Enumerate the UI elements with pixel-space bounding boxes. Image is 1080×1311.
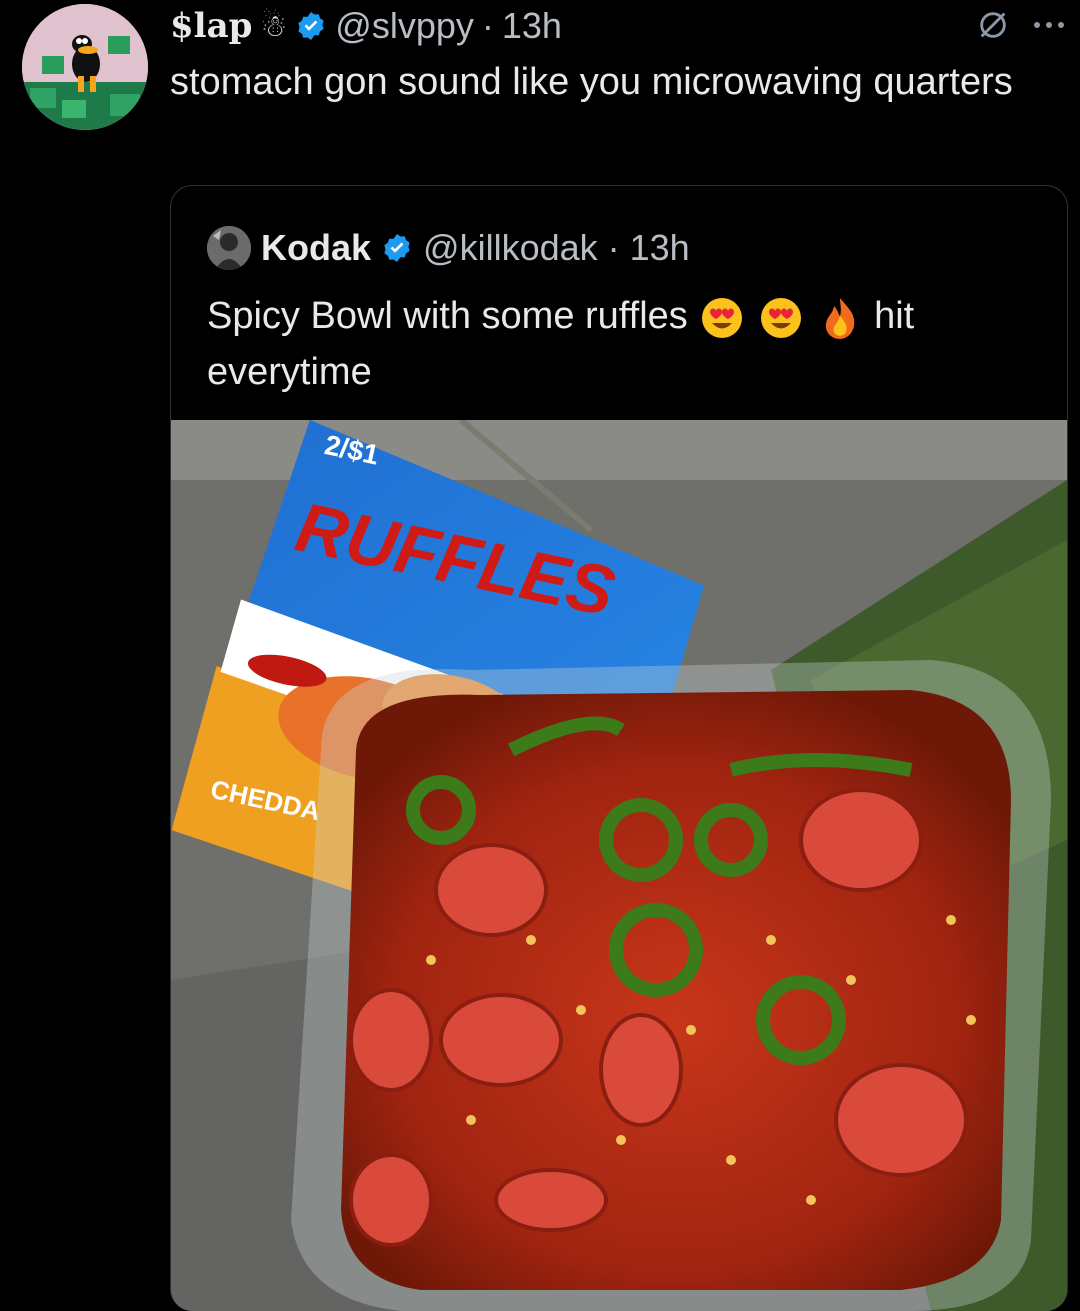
quoted-timestamp[interactable]: 13h [630,227,690,269]
quoted-text: Spicy Bowl with some ruffles hit everyti… [207,288,1037,400]
quoted-text-start: Spicy Bowl with some ruffles [207,295,688,337]
tweet-actions [976,8,1066,42]
food-photo[interactable]: RUFFLES 2/$1 CHEDDA [171,420,1067,1311]
verified-badge-icon [384,234,410,262]
verified-badge-icon [298,12,324,40]
timestamp[interactable]: 13h [502,5,562,47]
separator: · [481,5,494,46]
snowman-icon: ☃ [260,8,288,44]
quoted-handle[interactable]: @killkodak [423,227,598,269]
quoted-avatar[interactable] [207,226,251,270]
heart-eyes-emoji-icon [760,297,801,338]
quoted-tweet[interactable]: Kodak @killkodak · 13h Spicy Bowl with s… [170,185,1068,1311]
display-name[interactable]: $lap [170,6,252,46]
avatar[interactable] [22,4,148,130]
tweet-header: $lap ☃ @slvppy · 13h [170,4,562,48]
separator: · [607,227,620,268]
tweet: $lap ☃ @slvppy · 13h stomach gon sound l… [0,0,1080,1311]
heart-eyes-emoji-icon [702,297,743,338]
handle[interactable]: @slvppy [335,5,474,47]
quoted-header: Kodak @killkodak · 13h [207,226,690,270]
more-icon[interactable] [1032,20,1066,30]
fire-emoji-icon [825,297,854,339]
tweet-text: stomach gon sound like you microwaving q… [170,61,1013,103]
quoted-display-name[interactable]: Kodak [261,227,371,269]
grok-icon[interactable] [976,8,1010,42]
